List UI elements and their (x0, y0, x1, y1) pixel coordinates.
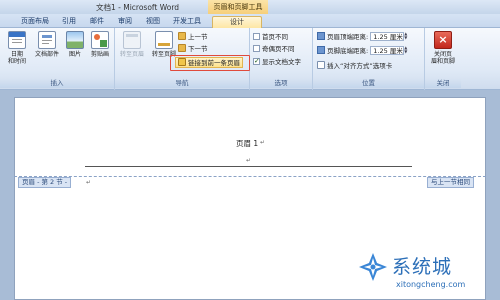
calendar-icon (8, 31, 26, 49)
tab-mailings[interactable]: 邮件 (86, 16, 108, 28)
watermark-url: xitongcheng.com (396, 280, 466, 289)
same-as-previous-tag: 与上一节相同 (427, 177, 474, 188)
options-group: 首页不同 奇偶页不同 显示文档文字 选项 (250, 28, 313, 90)
header-top-spinner[interactable]: ▲ ▼ (404, 32, 410, 41)
document-parts-label: 文档部件 (34, 51, 59, 58)
close-label-2: 眉和页脚 (430, 58, 455, 65)
header-top-distance: 页眉顶端距离: 1.25 厘米▲ ▼ (317, 32, 410, 43)
watermark-text: 系统城 (392, 256, 453, 278)
navigation-group-label: 导航 (115, 79, 249, 88)
footer-bottom-spinner[interactable]: ▲ ▼ (404, 46, 410, 55)
tab-view[interactable]: 视图 (142, 16, 164, 28)
date-time-label-2: 和时间 (7, 58, 26, 65)
clipart-button[interactable]: 剪贴画 (88, 31, 112, 58)
close-group: × 关闭页 眉和页脚 关闭 (425, 28, 461, 90)
next-section-label: 下一节 (188, 45, 208, 53)
footer-distance-icon (317, 46, 325, 54)
footer-bottom-distance: 页脚底端距离: 1.25 厘米▲ ▼ (317, 46, 410, 57)
header-distance-icon (317, 32, 325, 40)
header-boundary-line (14, 176, 486, 177)
first-page-different-option[interactable]: 首页不同 (253, 32, 288, 43)
position-group-label: 位置 (313, 79, 424, 88)
goto-footer-icon (155, 31, 173, 49)
tab-developer[interactable]: 开发工具 (170, 16, 204, 28)
paragraph-mark: ↵ (86, 179, 92, 186)
position-group: 页眉顶端距离: 1.25 厘米▲ ▼ 页脚底端距离: 1.25 厘米▲ ▼ 插入“对… (313, 28, 425, 90)
clipart-label: 剪贴画 (90, 51, 109, 58)
document-parts-icon (38, 31, 56, 49)
footer-bottom-label: 页脚底端距离: (327, 47, 369, 55)
header-top-label: 页眉顶端距离: (327, 33, 369, 41)
goto-header-label: 转至页眉 (119, 51, 144, 58)
goto-header-icon (123, 31, 141, 49)
context-tab-title: 页眉和页脚工具 (208, 0, 268, 14)
close-group-label: 关闭 (425, 79, 461, 88)
same-as-previous-label: 与上一节相同 (431, 178, 470, 186)
header-top-input[interactable]: 1.25 厘米 (370, 32, 405, 41)
ribbon: 日期 和时间 文档部件 图片 剪贴画 插入 转至页眉 转至页脚 上一节 下一节 … (0, 28, 500, 90)
insert-group-label: 插入 (0, 79, 114, 88)
picture-icon (66, 31, 84, 49)
title-bar: 文档1 - Microsoft Word 页眉和页脚工具 (0, 0, 500, 14)
show-document-text-label: 显示文档文字 (262, 58, 301, 66)
prev-section-icon (178, 32, 186, 40)
show-document-text-checkbox[interactable] (253, 56, 260, 67)
prev-section-label: 上一节 (188, 33, 208, 41)
watermark-logo-icon (359, 253, 387, 281)
goto-footer-button[interactable]: 转至页脚 (149, 31, 179, 58)
date-time-label-1: 日期 (10, 51, 23, 58)
paragraph-mark: ↵ (260, 139, 266, 146)
insert-alignment-tab-label: 插入“对齐方式”选项卡 (327, 62, 393, 70)
insert-group: 日期 和时间 文档部件 图片 剪贴画 插入 (0, 28, 115, 90)
paragraph-mark: ↵ (246, 157, 252, 164)
header-text[interactable]: 页眉 1 (236, 138, 258, 149)
options-group-label: 选项 (250, 79, 312, 88)
clipart-icon (91, 31, 109, 49)
tab-page-layout[interactable]: 页面布局 (18, 16, 52, 28)
ribbon-tabs: 页面布局 引用 邮件 审阅 视图 开发工具 设计 (0, 14, 500, 28)
close-label-1: 关闭页 (433, 51, 452, 58)
tab-review[interactable]: 审阅 (114, 16, 136, 28)
date-time-button[interactable]: 日期 和时间 (6, 31, 28, 65)
highlight-box (170, 55, 250, 71)
tab-design[interactable]: 设计 (212, 16, 262, 28)
picture-label: 图片 (68, 51, 81, 58)
header-section-label: 页眉 - 第 2 节 - (22, 178, 68, 186)
odd-even-different-checkbox[interactable] (253, 45, 260, 52)
next-section-icon (178, 44, 186, 52)
close-header-footer-button[interactable]: × 关闭页 眉和页脚 (427, 31, 459, 65)
close-icon: × (434, 31, 452, 49)
footer-bottom-input[interactable]: 1.25 厘米 (370, 46, 405, 55)
odd-even-different-label: 奇偶页不同 (262, 45, 295, 53)
window-title: 文档1 - Microsoft Word (96, 3, 180, 12)
first-page-different-label: 首页不同 (262, 33, 288, 41)
tab-references[interactable]: 引用 (58, 16, 80, 28)
next-section-button[interactable]: 下一节 (178, 44, 208, 55)
alignment-tab-icon (317, 61, 325, 69)
insert-alignment-tab-button[interactable]: 插入“对齐方式”选项卡 (317, 61, 392, 72)
document-parts-button[interactable]: 文档部件 (32, 31, 62, 58)
prev-section-button[interactable]: 上一节 (178, 32, 208, 43)
first-page-different-checkbox[interactable] (253, 33, 260, 40)
odd-even-different-option[interactable]: 奇偶页不同 (253, 44, 295, 55)
show-document-text-option[interactable]: 显示文档文字 (253, 56, 301, 68)
picture-button[interactable]: 图片 (66, 31, 84, 58)
header-section-tag: 页眉 - 第 2 节 - (18, 177, 72, 188)
goto-header-button[interactable]: 转至页眉 (117, 31, 147, 58)
header-border-line (85, 166, 412, 167)
